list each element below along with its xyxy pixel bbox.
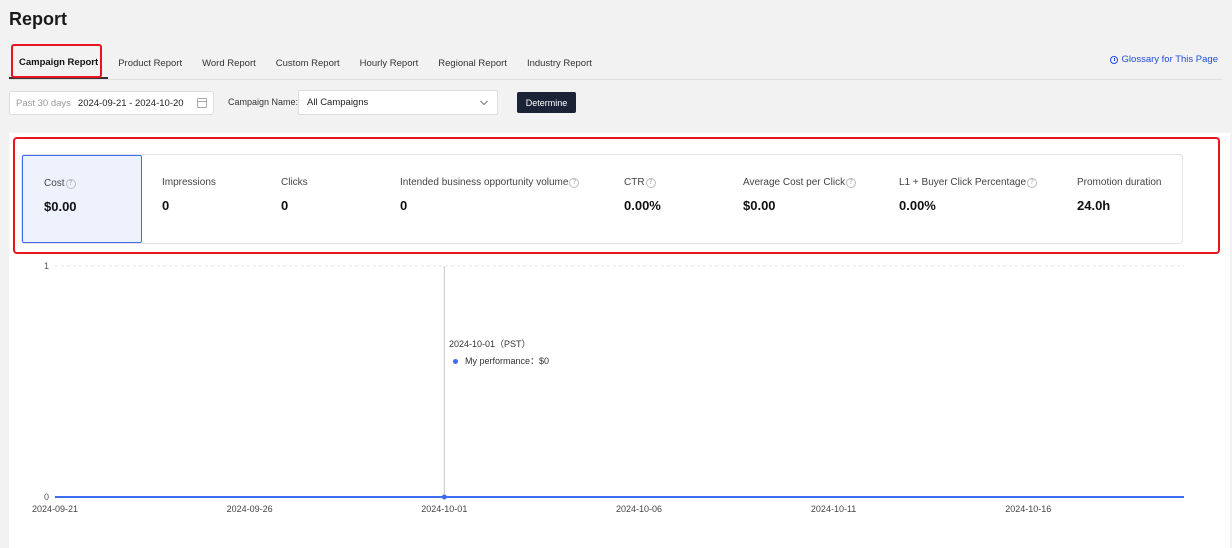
metric-average-cost-per-click[interactable]: Average Cost per Click? $0.00 xyxy=(723,155,879,243)
metric-intended-business-label: Intended business opportunity volume xyxy=(400,177,569,188)
metric-l1-buyer-click-percentage[interactable]: L1 + Buyer Click Percentage? 0.00% xyxy=(879,155,1057,243)
metric-average-cost-label: Average Cost per Click xyxy=(743,177,846,188)
metric-ctr-value: 0.00% xyxy=(624,198,661,213)
glossary-link[interactable]: Glossary for This Page xyxy=(1109,54,1218,65)
metric-impressions-value: 0 xyxy=(162,198,170,213)
metric-clicks-label: Clicks xyxy=(281,177,308,188)
report-tabs: Campaign Report Product Report Word Repo… xyxy=(9,47,602,79)
metric-cost-label: Cost xyxy=(44,178,65,189)
metric-cost-value: $0.00 xyxy=(44,199,77,214)
metric-ctr[interactable]: CTR? 0.00% xyxy=(604,155,723,243)
date-range-label: Past 30 days xyxy=(16,97,71,109)
tab-campaign-report[interactable]: Campaign Report xyxy=(9,47,109,79)
tooltip-date: 2024-10-01（PST） xyxy=(449,339,531,349)
metric-l1-buyer-click-value: 0.00% xyxy=(899,198,936,213)
tooltip-series-value: My performance：$0 xyxy=(465,356,550,367)
tab-industry-report[interactable]: Industry Report xyxy=(517,47,602,79)
help-icon[interactable]: ? xyxy=(65,178,76,189)
metric-average-cost-value: $0.00 xyxy=(743,198,776,213)
metric-intended-business-opportunity-volume[interactable]: Intended business opportunity volume? 0 xyxy=(380,155,604,243)
metric-promotion-duration[interactable]: Promotion duration 24.0h xyxy=(1057,155,1182,243)
metric-promotion-duration-value: 24.0h xyxy=(1077,198,1111,213)
glossary-label: Glossary for This Page xyxy=(1121,54,1218,65)
metric-impressions-label: Impressions xyxy=(162,177,216,188)
series-dot xyxy=(453,359,458,365)
help-icon[interactable]: ? xyxy=(569,177,580,188)
help-icon[interactable]: ? xyxy=(645,177,656,188)
tab-regional-report[interactable]: Regional Report xyxy=(428,47,517,79)
date-range-value: 2024-09-21 - 2024-10-20 xyxy=(77,97,184,109)
chart-tooltip: 2024-10-01（PST） My performance：$0 xyxy=(449,336,549,370)
date-range-picker[interactable]: Past 30 days 2024-09-21 - 2024-10-20 xyxy=(9,91,214,115)
help-icon[interactable]: ? xyxy=(1027,177,1038,188)
metric-intended-business-value: 0 xyxy=(400,198,408,213)
metric-cost[interactable]: Cost? $0.00 xyxy=(22,155,142,243)
metric-l1-buyer-click-label: L1 + Buyer Click Percentage xyxy=(899,177,1027,188)
tab-product-report[interactable]: Product Report xyxy=(108,47,192,79)
campaign-select[interactable]: All Campaigns xyxy=(298,90,498,115)
metric-clicks-value: 0 xyxy=(281,198,289,213)
determine-button[interactable]: Determine xyxy=(517,92,576,113)
chevron-down-icon xyxy=(480,100,488,105)
page-title: Report xyxy=(9,9,67,29)
metric-clicks[interactable]: Clicks 0 xyxy=(261,155,380,243)
clock-icon xyxy=(1109,55,1118,64)
tab-custom-report[interactable]: Custom Report xyxy=(266,47,350,79)
tab-word-report[interactable]: Word Report xyxy=(192,47,266,79)
tab-hourly-report[interactable]: Hourly Report xyxy=(350,47,429,79)
calendar-icon xyxy=(197,98,207,108)
metric-promotion-duration-label: Promotion duration xyxy=(1077,177,1162,188)
help-icon[interactable]: ? xyxy=(846,177,857,188)
campaign-select-value: All Campaigns xyxy=(307,97,369,108)
campaign-name-label: Campaign Name: xyxy=(228,97,299,107)
tab-divider xyxy=(9,79,1223,80)
metric-impressions[interactable]: Impressions 0 xyxy=(142,155,261,243)
metric-ctr-label: CTR xyxy=(624,177,645,188)
metrics-panel: Cost? $0.00 Impressions 0 Clicks 0 Inten… xyxy=(21,154,1183,244)
